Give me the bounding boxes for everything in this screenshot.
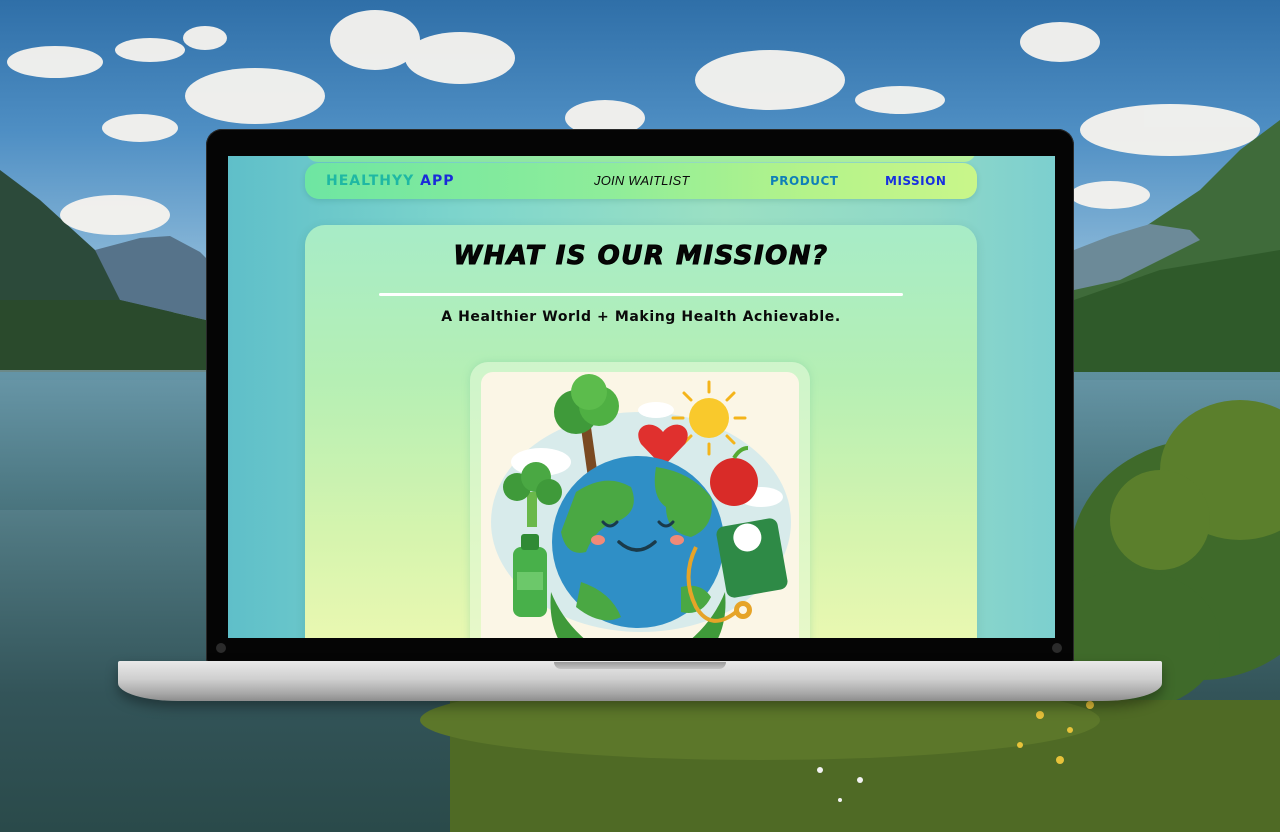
- brand-name-part1: HEALTHYY: [326, 173, 415, 189]
- scrolled-section-edge: [306, 156, 976, 162]
- laptop-screen: HEALTHYY APP JOIN WAITLIST PRODUCT MISSI…: [228, 156, 1055, 638]
- mission-card: WHAT IS OUR MISSION? A Healthier World +…: [305, 225, 977, 638]
- smiling-earth-health-icon: [481, 372, 799, 638]
- bezel-screw-left: [216, 643, 226, 653]
- nav-mission-link[interactable]: MISSION: [885, 174, 946, 188]
- brand-name-part2: APP: [420, 173, 455, 189]
- join-waitlist-link[interactable]: JOIN WAITLIST: [594, 173, 690, 188]
- title-divider: [379, 293, 903, 296]
- mission-title: WHAT IS OUR MISSION?: [453, 241, 829, 272]
- nav-product-link[interactable]: PRODUCT: [770, 174, 838, 188]
- brand-logo[interactable]: HEALTHYY APP: [326, 173, 455, 189]
- bezel-screw-right: [1052, 643, 1062, 653]
- navbar: HEALTHYY APP JOIN WAITLIST PRODUCT MISSI…: [305, 163, 977, 199]
- illustration-frame: [470, 362, 810, 638]
- mission-subtitle: A Healthier World + Making Health Achiev…: [441, 309, 841, 325]
- laptop-hinge-notch: [554, 662, 726, 669]
